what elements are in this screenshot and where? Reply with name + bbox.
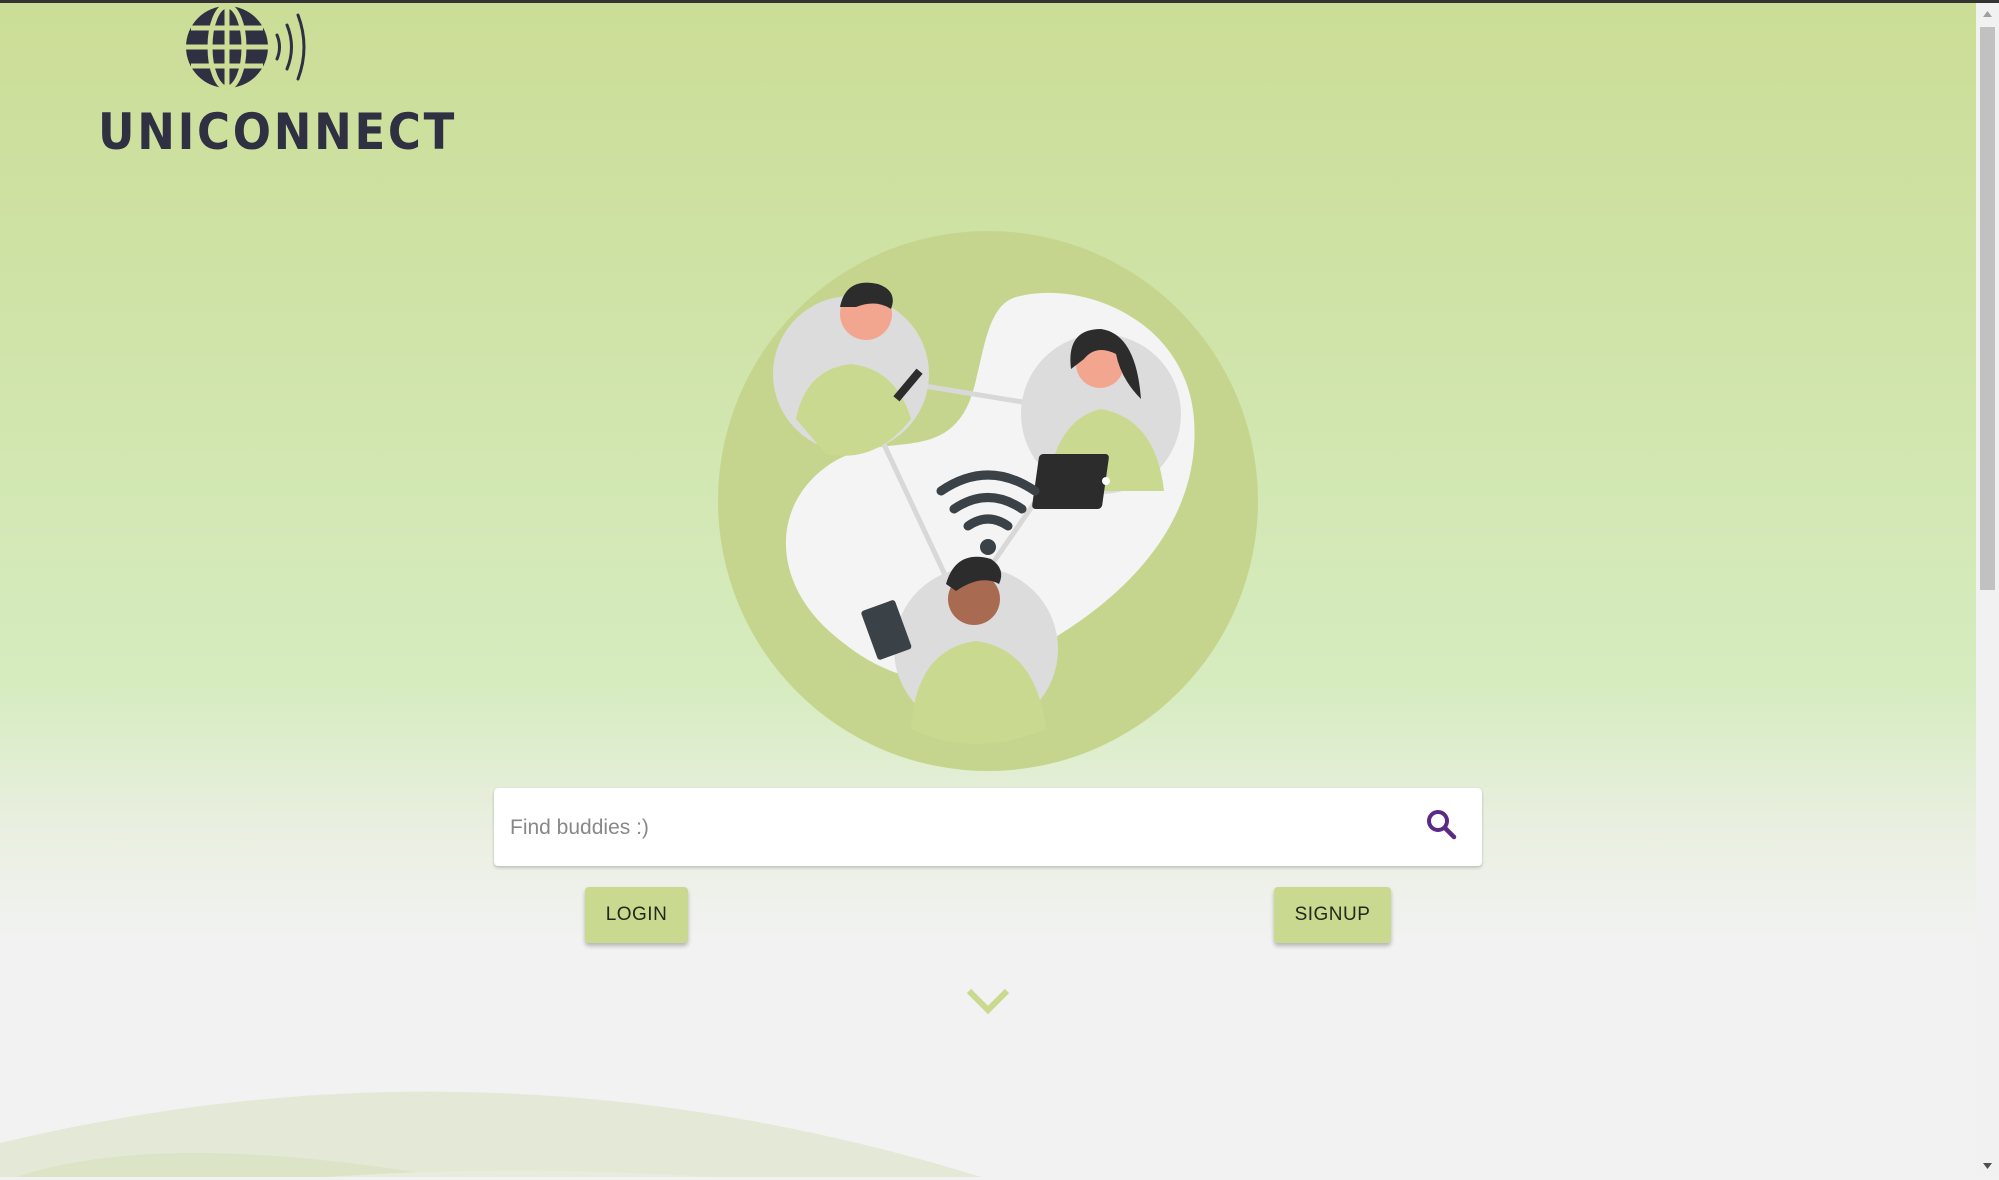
search-icon <box>1427 810 1457 840</box>
brand-name: UNICONNECT <box>98 103 458 161</box>
scroll-down-arrow-icon[interactable] <box>1982 1161 1993 1171</box>
scroll-up-arrow-icon[interactable] <box>1982 9 1993 19</box>
chevron-down-icon[interactable] <box>966 986 1010 1016</box>
search-button[interactable] <box>1422 806 1462 846</box>
search-input[interactable] <box>508 788 1412 868</box>
scrollbar-thumb[interactable] <box>1980 27 1995 590</box>
hero-illustration <box>718 231 1258 771</box>
decorative-waves <box>0 1091 981 1177</box>
search-bar <box>494 788 1482 868</box>
logo[interactable]: UNICONNECT <box>96 3 458 163</box>
signup-button[interactable]: SIGNUP <box>1274 887 1391 943</box>
vertical-scrollbar[interactable] <box>1976 3 1999 1177</box>
globe-signal-icon <box>186 3 306 91</box>
login-button[interactable]: LOGIN <box>585 887 688 943</box>
landing-page: UNICONNECT Find buddies:) LOGIN SIGNUP <box>0 3 1976 1177</box>
